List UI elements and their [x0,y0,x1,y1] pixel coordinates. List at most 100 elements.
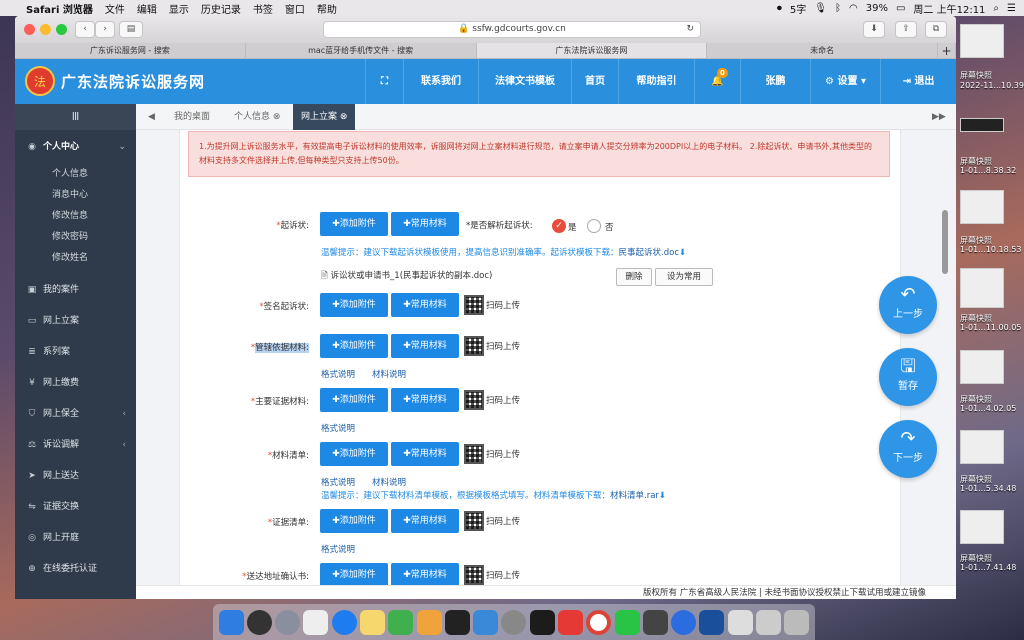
sidebar-item-online-filing[interactable]: ▭ 网上立案 [15,306,136,337]
scan-upload-label[interactable]: 扫码上传 [486,515,520,527]
spotlight-icon[interactable]: ⌕ [993,3,999,14]
add-attachment-button[interactable]: ✚添加附件 [320,334,388,358]
next-step-button[interactable]: ↷ 下一步 [879,420,937,478]
safari-icon[interactable] [331,609,357,635]
menu-bookmarks[interactable]: 书签 [253,1,273,16]
sidebar-collapse-icon[interactable]: Ⅲ [15,104,136,130]
pycharm-icon[interactable] [529,609,555,635]
material-note-link[interactable]: 材料说明 [372,476,406,488]
scan-upload-label[interactable]: 扫码上传 [486,569,520,581]
sidebar-item-evidence-exchange[interactable]: ⇋ 证据交换 [15,492,136,523]
download-icon[interactable]: ⬇ [659,491,666,501]
pages-icon[interactable] [416,609,442,635]
qr-code-icon[interactable] [464,565,484,585]
notification-center-icon[interactable]: ☰ [1007,3,1016,14]
documents-stack-icon[interactable] [755,609,781,635]
add-attachment-button[interactable]: ✚添加附件 [320,509,388,533]
format-note-link[interactable]: 格式说明 [321,476,355,488]
qr-code-icon[interactable] [464,295,484,315]
nav-home[interactable]: 首页 [571,59,618,104]
nav-contact[interactable]: 联系我们 [403,59,478,104]
add-attachment-button[interactable]: ✚添加附件 [320,212,388,236]
desktop-file-thumbnail[interactable] [960,268,1004,308]
tabs-overview-icon[interactable]: ⧉ [925,21,947,38]
menu-window[interactable]: 窗口 [285,1,305,16]
wps-icon[interactable] [558,609,584,635]
tab-close-icon[interactable]: ⊗ [340,112,348,122]
sidebar-item-mediation[interactable]: ⚖ 诉讼调解 ‹ [15,430,136,461]
address-bar[interactable]: 🔒 ssfw.gdcourts.gov.cn ↻ [323,21,701,38]
download-icon[interactable]: ⬇ [679,248,686,258]
fullscreen-icon[interactable]: ⛶ [365,59,403,104]
tab-my-desk[interactable]: 我的桌面 [166,104,218,130]
sidebar-item-series-cases[interactable]: ≣ 系列案 [15,337,136,368]
nav-help[interactable]: 帮助指引 [618,59,694,104]
common-material-button[interactable]: ✚常用材料 [391,442,459,466]
notes-icon[interactable] [360,609,386,635]
launchpad-icon[interactable] [275,609,301,635]
desktop-file-thumbnail[interactable] [960,24,1004,58]
sidebar-item-online-authorization[interactable]: ⊕ 在线委托认证 [15,554,136,585]
scan-upload-label[interactable]: 扫码上传 [486,448,520,460]
common-material-button[interactable]: ✚常用材料 [391,293,459,317]
sidebar-toggle-icon[interactable]: ▤ [119,21,143,38]
nav-legal-templates[interactable]: 法律文书模板 [478,59,571,104]
page-scrollbar[interactable] [942,210,948,274]
desktop-file-thumbnail[interactable] [960,510,1004,544]
qr-code-icon[interactable] [464,390,484,410]
reload-icon[interactable]: ↻ [686,22,694,37]
battery-percent[interactable]: 39% [866,3,888,14]
keynote-icon[interactable] [473,609,499,635]
intellij-icon[interactable] [444,609,470,635]
sidebar-item-personal-center[interactable]: ◉ 个人中心 ⌄ [15,130,136,164]
menu-file[interactable]: 文件 [105,1,125,16]
common-material-button[interactable]: ✚常用材料 [391,212,459,236]
desktop-file-thumbnail[interactable] [960,190,1004,224]
format-note-link[interactable]: 格式说明 [321,543,355,555]
material-list-template-download-link[interactable]: 材料清单.rar [610,491,659,501]
reminders-icon[interactable] [303,609,329,635]
browser-tab-active[interactable]: 广东法院诉讼服务网 [476,43,708,58]
clock[interactable]: 周二 上午12:11 [913,1,985,16]
quicktime-icon[interactable] [699,609,725,635]
scan-upload-label[interactable]: 扫码上传 [486,340,520,352]
qr-code-icon[interactable] [464,336,484,356]
format-note-link[interactable]: 格式说明 [321,422,355,434]
menu-edit[interactable]: 编辑 [137,1,157,16]
trash-icon[interactable] [784,609,810,635]
tabs-scroll-left-icon[interactable]: ◀ [140,104,163,130]
add-attachment-button[interactable]: ✚添加附件 [320,563,388,587]
system-preferences-icon[interactable] [501,609,527,635]
numbers-icon[interactable] [388,609,414,635]
complaint-template-download-link[interactable]: 民事起诉状.doc [619,248,679,258]
scan-upload-label[interactable]: 扫码上传 [486,394,520,406]
new-tab-icon[interactable]: + [938,43,956,58]
downloads-icon[interactable]: ⬇ [863,21,885,38]
terminal-icon[interactable] [642,609,668,635]
minimize-window-button[interactable] [40,24,51,35]
sidebar-subitem-edit-info[interactable]: 修改信息 [15,206,136,227]
siri-icon[interactable] [246,609,272,635]
prev-step-button[interactable]: ↶ 上一步 [879,276,937,334]
add-attachment-button[interactable]: ✚添加附件 [320,388,388,412]
logout-button[interactable]: ⇥ 退出 [880,59,956,104]
sidebar-item-preservation[interactable]: ⛉ 网上保全 ‹ [15,399,136,430]
browser-tab[interactable]: 未命名 [707,43,938,58]
desktop-file-thumbnail[interactable] [960,430,1004,464]
wifi-icon[interactable]: ◠ [849,3,858,14]
material-note-link[interactable]: 材料说明 [372,368,406,380]
downloads-stack-icon[interactable] [727,609,753,635]
user-menu[interactable]: 张鹏 [740,59,810,104]
forward-icon[interactable]: › [95,21,115,38]
menu-history[interactable]: 历史记录 [201,1,241,16]
scan-upload-label[interactable]: 扫码上传 [486,299,520,311]
finder-icon[interactable] [218,609,244,635]
notification-bell[interactable]: 🔔 0 [694,59,740,104]
browser-tab[interactable]: 广东诉讼服务网 - 搜索 [15,43,246,58]
sidebar-item-online-service[interactable]: ➤ 网上送达 [15,461,136,492]
menu-help[interactable]: 帮助 [317,1,337,16]
sidebar-item-my-cases[interactable]: ▣ 我的案件 [15,275,136,306]
save-draft-button[interactable]: 🖫 暂存 [879,348,937,406]
close-window-button[interactable] [24,24,35,35]
sidebar-item-online-payment[interactable]: ¥ 网上缴费 [15,368,136,399]
